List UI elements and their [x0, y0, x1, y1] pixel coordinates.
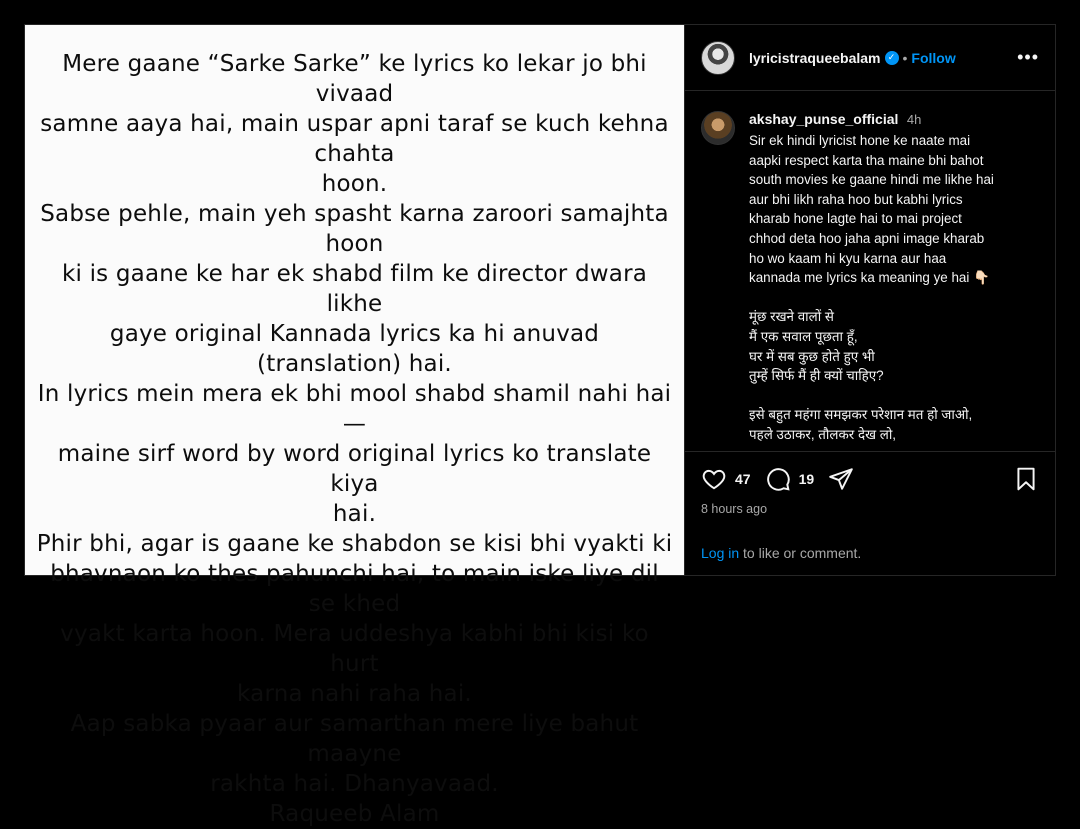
- statement-line: Phir bhi, agar is gaane ke shabdon se ki…: [36, 531, 673, 557]
- comment-line: ho wo kaam hi kyu karna aur haa: [749, 250, 947, 266]
- comment-line: chhod deta hoo jaha apni image kharab: [749, 230, 985, 246]
- comment-body: akshay_punse_official 4h Sir ek hindi ly…: [749, 111, 1039, 445]
- separator-dot: •: [902, 49, 908, 66]
- share-paper-plane-icon[interactable]: [828, 466, 854, 492]
- statement-line: bhavnaon ko thes pahunchi hai, to main i…: [50, 561, 659, 617]
- statement-line: hai.: [332, 501, 377, 527]
- comment-count[interactable]: 19: [799, 471, 815, 487]
- login-prompt-text: to like or comment.: [739, 545, 862, 561]
- statement-line: Sabse pehle, main yeh spasht karna zaroo…: [40, 201, 669, 257]
- comment-line: इसे बहुत महंगा समझकर परेशान मत हो जाओ,: [749, 407, 973, 423]
- comment-bubble-icon[interactable]: [765, 466, 791, 492]
- login-link[interactable]: Log in: [701, 545, 739, 561]
- statement-line: Mere gaane “Sarke Sarke” ke lyrics ko le…: [62, 51, 647, 107]
- comment-time: 4h: [906, 112, 922, 127]
- statement-line: Raqueeb Alam: [269, 801, 440, 827]
- author-avatar[interactable]: [701, 40, 735, 75]
- statement-line: rakhta hai. Dhanyavaad.: [210, 771, 499, 797]
- post-image[interactable]: Mere gaane “Sarke Sarke” ke lyrics ko le…: [25, 25, 684, 827]
- statement-line: karna nahi raha hai.: [237, 681, 472, 707]
- like-count[interactable]: 47: [735, 471, 751, 487]
- statement-line: maine sirf word by word original lyrics …: [57, 441, 652, 497]
- action-bar: 47 19: [701, 464, 1039, 494]
- comment-line: मैं एक सवाल पूछता हूँ,: [749, 328, 858, 344]
- comment-item: akshay_punse_official 4h Sir ek hindi ly…: [701, 111, 1039, 445]
- statement-line: ki is gaane ke har ek shabd film ke dire…: [61, 261, 648, 317]
- comment-text: Sir ek hindi lyricist hone ke naate mai …: [749, 131, 1039, 445]
- comment-line: aur bhi likh raha hoo but kabhi lyrics: [749, 191, 963, 207]
- comment-spacer: [749, 386, 1039, 406]
- post-header: lyricistraqueebalam ✓ • Follow •••: [685, 25, 1055, 91]
- statement-line: samne aaya hai, main uspar apni taraf se…: [40, 111, 669, 167]
- post-modal: Mere gaane “Sarke Sarke” ke lyrics ko le…: [24, 24, 1056, 827]
- follow-button[interactable]: Follow: [911, 50, 955, 66]
- comment-line: तुम्हें सिर्फ मैं ही क्यों चाहिए?: [749, 368, 884, 384]
- comment-line: घर में सब कुछ होते हुए भी: [749, 348, 875, 364]
- login-prompt: Log in to like or comment.: [701, 545, 861, 561]
- comment-line: Sir ek hindi lyricist hone ke naate mai: [749, 133, 971, 148]
- author-username[interactable]: lyricistraqueebalam: [749, 50, 881, 66]
- bookmark-icon[interactable]: [1013, 466, 1039, 492]
- comment-line: पहले उठाकर, तौलकर देख लो,: [749, 426, 897, 442]
- statement-line: In lyrics mein mera ek bhi mool shabd sh…: [37, 381, 672, 437]
- verified-badge-icon: ✓: [884, 50, 899, 65]
- comment-spacer: [749, 288, 1039, 308]
- statement-line: hoon.: [321, 171, 388, 197]
- statement-text: Mere gaane “Sarke Sarke” ke lyrics ko le…: [35, 49, 675, 829]
- comment-line: मूंछ रखने वालों से: [749, 309, 834, 325]
- statement-line: vyakt karta hoon. Mera uddeshya kabhi bh…: [60, 621, 649, 677]
- comments-section[interactable]: akshay_punse_official 4h Sir ek hindi ly…: [685, 91, 1055, 451]
- comment-line: kannada me lyrics ka meaning ye hai 👇🏻: [749, 270, 990, 286]
- commenter-avatar[interactable]: [701, 111, 735, 145]
- comment-line: aapki respect karta tha maine bhi bahot: [749, 152, 984, 168]
- comment-line: south movies ke gaane hindi me likhe hai: [749, 172, 994, 188]
- like-heart-icon[interactable]: [701, 466, 727, 492]
- commenter-username[interactable]: akshay_punse_official: [749, 111, 898, 127]
- comment-line: kharab hone lagte hai to mai project: [749, 211, 962, 227]
- post-time-ago: 8 hours ago: [701, 502, 768, 516]
- statement-line: Aap sabka pyaar aur samarthan mere liye …: [70, 711, 639, 767]
- statement-line: gaye original Kannada lyrics ka hi anuva…: [109, 321, 600, 377]
- post-sidebar: lyricistraqueebalam ✓ • Follow ••• aksha…: [684, 25, 1055, 575]
- more-options-icon[interactable]: •••: [1017, 47, 1039, 68]
